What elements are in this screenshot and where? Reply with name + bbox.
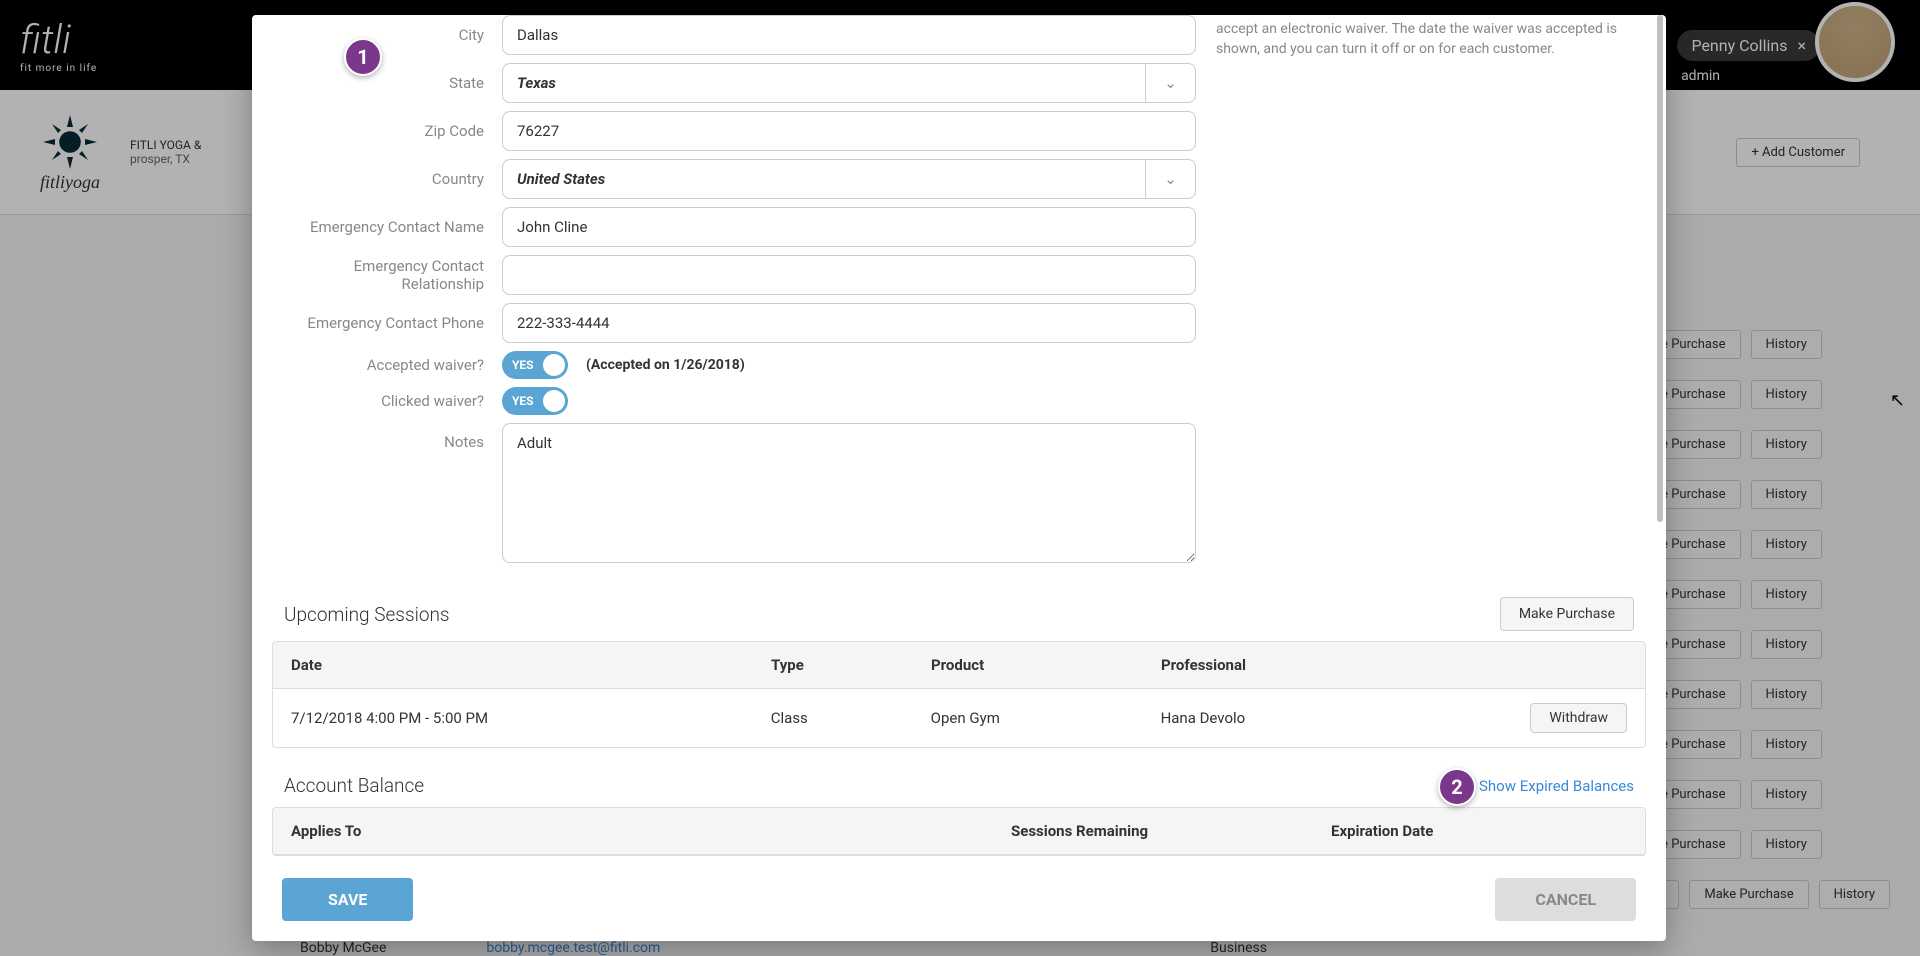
emergency-contact-name-field[interactable] [502, 207, 1196, 247]
label-clicked-waiver: Clicked waiver? [272, 392, 502, 410]
zip-field[interactable] [502, 111, 1196, 151]
table-header: Applies To Sessions Remaining Expiration… [273, 808, 1645, 855]
state-select[interactable]: Texas ⌄ [502, 63, 1196, 103]
label-notes: Notes [272, 423, 502, 451]
col-expiration-date: Expiration Date [1331, 822, 1627, 840]
account-balance-title: Account Balance [284, 774, 424, 797]
notes-field[interactable] [502, 423, 1196, 563]
session-professional: Hana Devolo [1161, 709, 1511, 727]
upcoming-sessions-title: Upcoming Sessions [284, 603, 450, 626]
show-expired-balances-link[interactable]: Show Expired Balances [1479, 777, 1634, 795]
chevron-down-icon: ⌄ [1145, 160, 1195, 198]
session-type: Class [771, 709, 911, 727]
chevron-down-icon: ⌄ [1145, 64, 1195, 102]
cancel-button[interactable]: CANCEL [1495, 878, 1636, 921]
country-select[interactable]: United States ⌄ [502, 159, 1196, 199]
modal-footer: SAVE CANCEL [252, 860, 1666, 941]
city-field[interactable] [502, 15, 1196, 55]
account-balance-table: Applies To Sessions Remaining Expiration… [272, 807, 1646, 856]
accepted-waiver-date: (Accepted on 1/26/2018) [586, 357, 745, 373]
col-product: Product [931, 656, 1141, 674]
col-date: Date [291, 656, 751, 674]
label-accepted-waiver: Accepted waiver? [272, 356, 502, 374]
state-value: Texas [517, 74, 556, 92]
annotation-marker-1: 1 [344, 38, 382, 76]
table-header: Date Type Product Professional [273, 642, 1645, 689]
clicked-waiver-toggle[interactable]: YES [502, 387, 568, 415]
session-date: 7/12/2018 4:00 PM - 5:00 PM [291, 709, 751, 727]
modal-scrollbar[interactable] [1657, 15, 1663, 860]
upcoming-sessions-table: Date Type Product Professional 7/12/2018… [272, 641, 1646, 748]
label-ec-rel: Emergency Contact Relationship [272, 257, 502, 293]
label-state: State [272, 74, 502, 92]
label-ec-name: Emergency Contact Name [272, 218, 502, 236]
label-ec-phone: Emergency Contact Phone [272, 314, 502, 332]
session-product: Open Gym [931, 709, 1141, 727]
emergency-contact-relationship-field[interactable] [502, 255, 1196, 295]
label-city: City [272, 26, 502, 44]
modal-body: 1 City State Texas ⌄ Zip Code [252, 15, 1666, 860]
form-left-column: City State Texas ⌄ Zip Code Country [272, 15, 1196, 571]
col-applies-to: Applies To [291, 822, 991, 840]
label-zip: Zip Code [272, 122, 502, 140]
table-row: 7/12/2018 4:00 PM - 5:00 PM Class Open G… [273, 689, 1645, 747]
label-country: Country [272, 170, 502, 188]
make-purchase-button[interactable]: Make Purchase [1500, 597, 1634, 631]
withdraw-button[interactable]: Withdraw [1530, 703, 1627, 733]
col-type: Type [771, 656, 911, 674]
waiver-help-text: accept an electronic waiver. The date th… [1216, 15, 1646, 571]
emergency-contact-phone-field[interactable] [502, 303, 1196, 343]
col-sessions-remaining: Sessions Remaining [1011, 822, 1311, 840]
country-value: United States [517, 170, 605, 188]
customer-detail-modal: 1 City State Texas ⌄ Zip Code [252, 15, 1666, 941]
save-button[interactable]: SAVE [282, 878, 413, 921]
annotation-marker-2: 2 [1438, 768, 1476, 806]
col-professional: Professional [1161, 656, 1511, 674]
accepted-waiver-toggle[interactable]: YES [502, 351, 568, 379]
